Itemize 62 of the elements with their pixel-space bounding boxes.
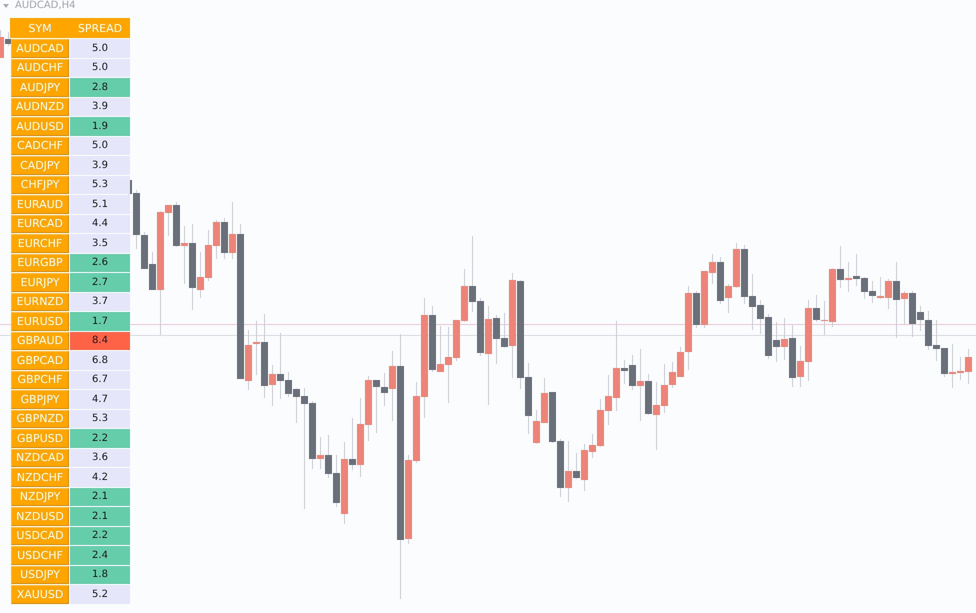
symbol-button[interactable]: EURCAD <box>11 214 69 233</box>
symbol-button[interactable]: CHFJPY <box>11 176 69 194</box>
symbol-button[interactable]: CADCHF <box>11 136 69 155</box>
spread-cell: 2.4 <box>70 546 130 564</box>
spread-cell: 2.1 <box>70 488 130 506</box>
spread-cell: 4.2 <box>70 468 130 486</box>
caret-icon[interactable] <box>3 4 9 8</box>
symbol-button[interactable]: EURJPY <box>11 273 69 292</box>
symbol-button[interactable]: GBPUSD <box>11 429 69 448</box>
spread-cell: 1.7 <box>70 312 130 330</box>
symbol-button[interactable]: EURGBP <box>11 254 69 272</box>
symbol-button[interactable]: AUDUSD <box>11 117 69 136</box>
spread-cell: 3.9 <box>70 156 130 174</box>
column-header: SYM <box>27 20 53 36</box>
symbol-button[interactable]: NZDCAD <box>11 448 69 467</box>
symbol-button[interactable]: AUDNZD <box>11 98 69 116</box>
symbol-button[interactable]: AUDCAD <box>11 39 69 58</box>
symbol-button[interactable]: GBPNZD <box>11 410 69 428</box>
symbol-button[interactable]: USDCHF <box>11 546 69 564</box>
symbol-button[interactable]: EURCHF <box>11 234 69 252</box>
spread-cell: 5.0 <box>70 58 130 77</box>
symbol-button[interactable]: NZDCHF <box>11 468 69 486</box>
symbol-button[interactable]: USDJPY <box>11 566 69 584</box>
symbol-button[interactable]: USDCAD <box>11 526 69 545</box>
spread-cell: 6.7 <box>70 370 130 389</box>
symbol-button[interactable]: EURUSD <box>11 312 69 330</box>
symbol-button[interactable]: GBPJPY <box>11 390 69 408</box>
spread-cell: 8.4 <box>70 332 130 350</box>
spread-cell: 3.7 <box>70 292 130 311</box>
spread-cell: 5.3 <box>70 410 130 428</box>
symbol-button[interactable]: GBPAUD <box>11 332 69 350</box>
spread-cell: 2.8 <box>70 78 130 96</box>
spread-cell: 5.0 <box>70 39 130 58</box>
spread-cell: 5.0 <box>70 136 130 155</box>
spread-cell: 3.9 <box>70 98 130 116</box>
spread-cell: 1.9 <box>70 117 130 136</box>
spread-cell: 5.3 <box>70 176 130 194</box>
symbol-button[interactable]: EURAUD <box>11 195 69 214</box>
spread-cell: 2.2 <box>70 526 130 545</box>
symbol-button[interactable]: CADJPY <box>11 156 69 174</box>
spread-cell: 4.4 <box>70 214 130 233</box>
spread-cell: 3.5 <box>70 234 130 252</box>
symbol-button[interactable]: NZDJPY <box>11 488 69 506</box>
symbol-button[interactable]: GBPCHF <box>11 370 69 389</box>
spread-cell: 5.1 <box>70 195 130 214</box>
symbol-button[interactable]: GBPCAD <box>11 351 69 370</box>
spread-cell: 2.2 <box>70 429 130 448</box>
spread-cell: 6.8 <box>70 351 130 370</box>
spread-cell: 2.6 <box>70 254 130 272</box>
symbol-button[interactable]: AUDCHF <box>11 58 69 77</box>
symbol-button[interactable]: EURNZD <box>11 292 69 311</box>
symbol-button[interactable]: NZDUSD <box>11 507 69 526</box>
spread-cell: 1.8 <box>70 566 130 584</box>
spread-cell: 3.6 <box>70 448 130 467</box>
symbol-button[interactable]: AUDJPY <box>11 78 69 96</box>
chart-title: AUDCAD,H4 <box>15 0 76 11</box>
spread-cell: 2.7 <box>70 273 130 292</box>
spread-cell: 2.1 <box>70 507 130 526</box>
spread-cell: 5.2 <box>70 585 130 604</box>
symbol-button[interactable]: XAUUSD <box>11 585 69 604</box>
spread-cell: 4.7 <box>70 390 130 408</box>
column-header: SPREAD <box>76 20 124 36</box>
